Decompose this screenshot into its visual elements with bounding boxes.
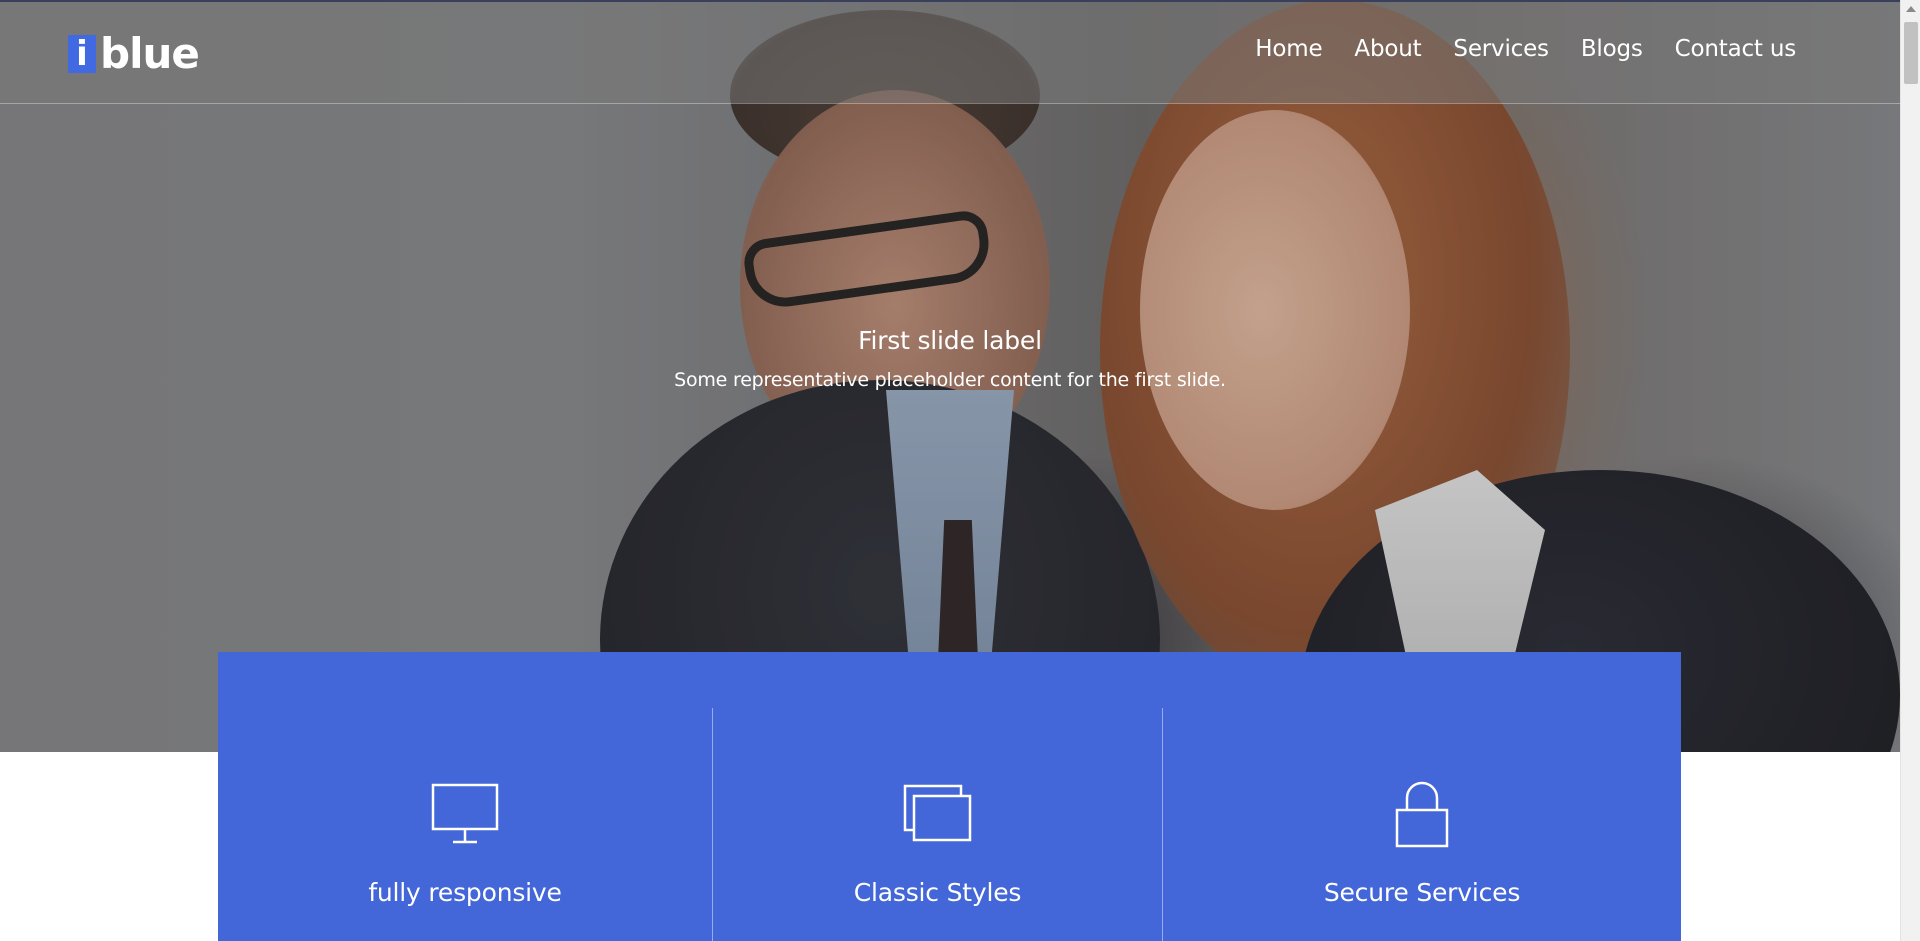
header-divider — [0, 103, 1900, 104]
nav-contact[interactable]: Contact us — [1675, 36, 1797, 62]
slide-title: First slide label — [858, 326, 1042, 355]
feature-label: Secure Services — [1323, 878, 1521, 907]
lock-icon — [1395, 780, 1449, 852]
logo-mark: i — [68, 35, 96, 73]
monitor-icon — [431, 783, 499, 849]
nav-home[interactable]: Home — [1255, 36, 1322, 62]
scroll-thumb[interactable] — [1904, 22, 1918, 84]
carousel-caption: First slide label Some representative pl… — [0, 326, 1900, 391]
hero-carousel: i blue Home About Services Blogs Contact… — [0, 0, 1900, 752]
feature-label: fully responsive — [368, 878, 562, 907]
scroll-up-icon[interactable] — [1906, 6, 1916, 12]
nav-about[interactable]: About — [1354, 36, 1421, 62]
logo-text: blue — [100, 29, 200, 78]
page-scrollbar[interactable] — [1900, 0, 1920, 941]
windows-icon — [903, 784, 973, 848]
feature-secure-services: Secure Services — [1162, 708, 1681, 941]
slide-text: Some representative placeholder content … — [674, 369, 1226, 391]
features-panel: fully responsive Classic Styles Secure S… — [218, 652, 1681, 941]
site-logo[interactable]: i blue — [68, 29, 200, 78]
feature-classic-styles: Classic Styles — [712, 708, 1162, 941]
feature-label: Classic Styles — [853, 878, 1022, 907]
nav-services[interactable]: Services — [1453, 36, 1549, 62]
main-nav: Home About Services Blogs Contact us — [1255, 36, 1796, 62]
nav-blogs[interactable]: Blogs — [1581, 36, 1643, 62]
feature-responsive: fully responsive — [218, 708, 712, 941]
window-top-border — [0, 0, 1900, 2]
